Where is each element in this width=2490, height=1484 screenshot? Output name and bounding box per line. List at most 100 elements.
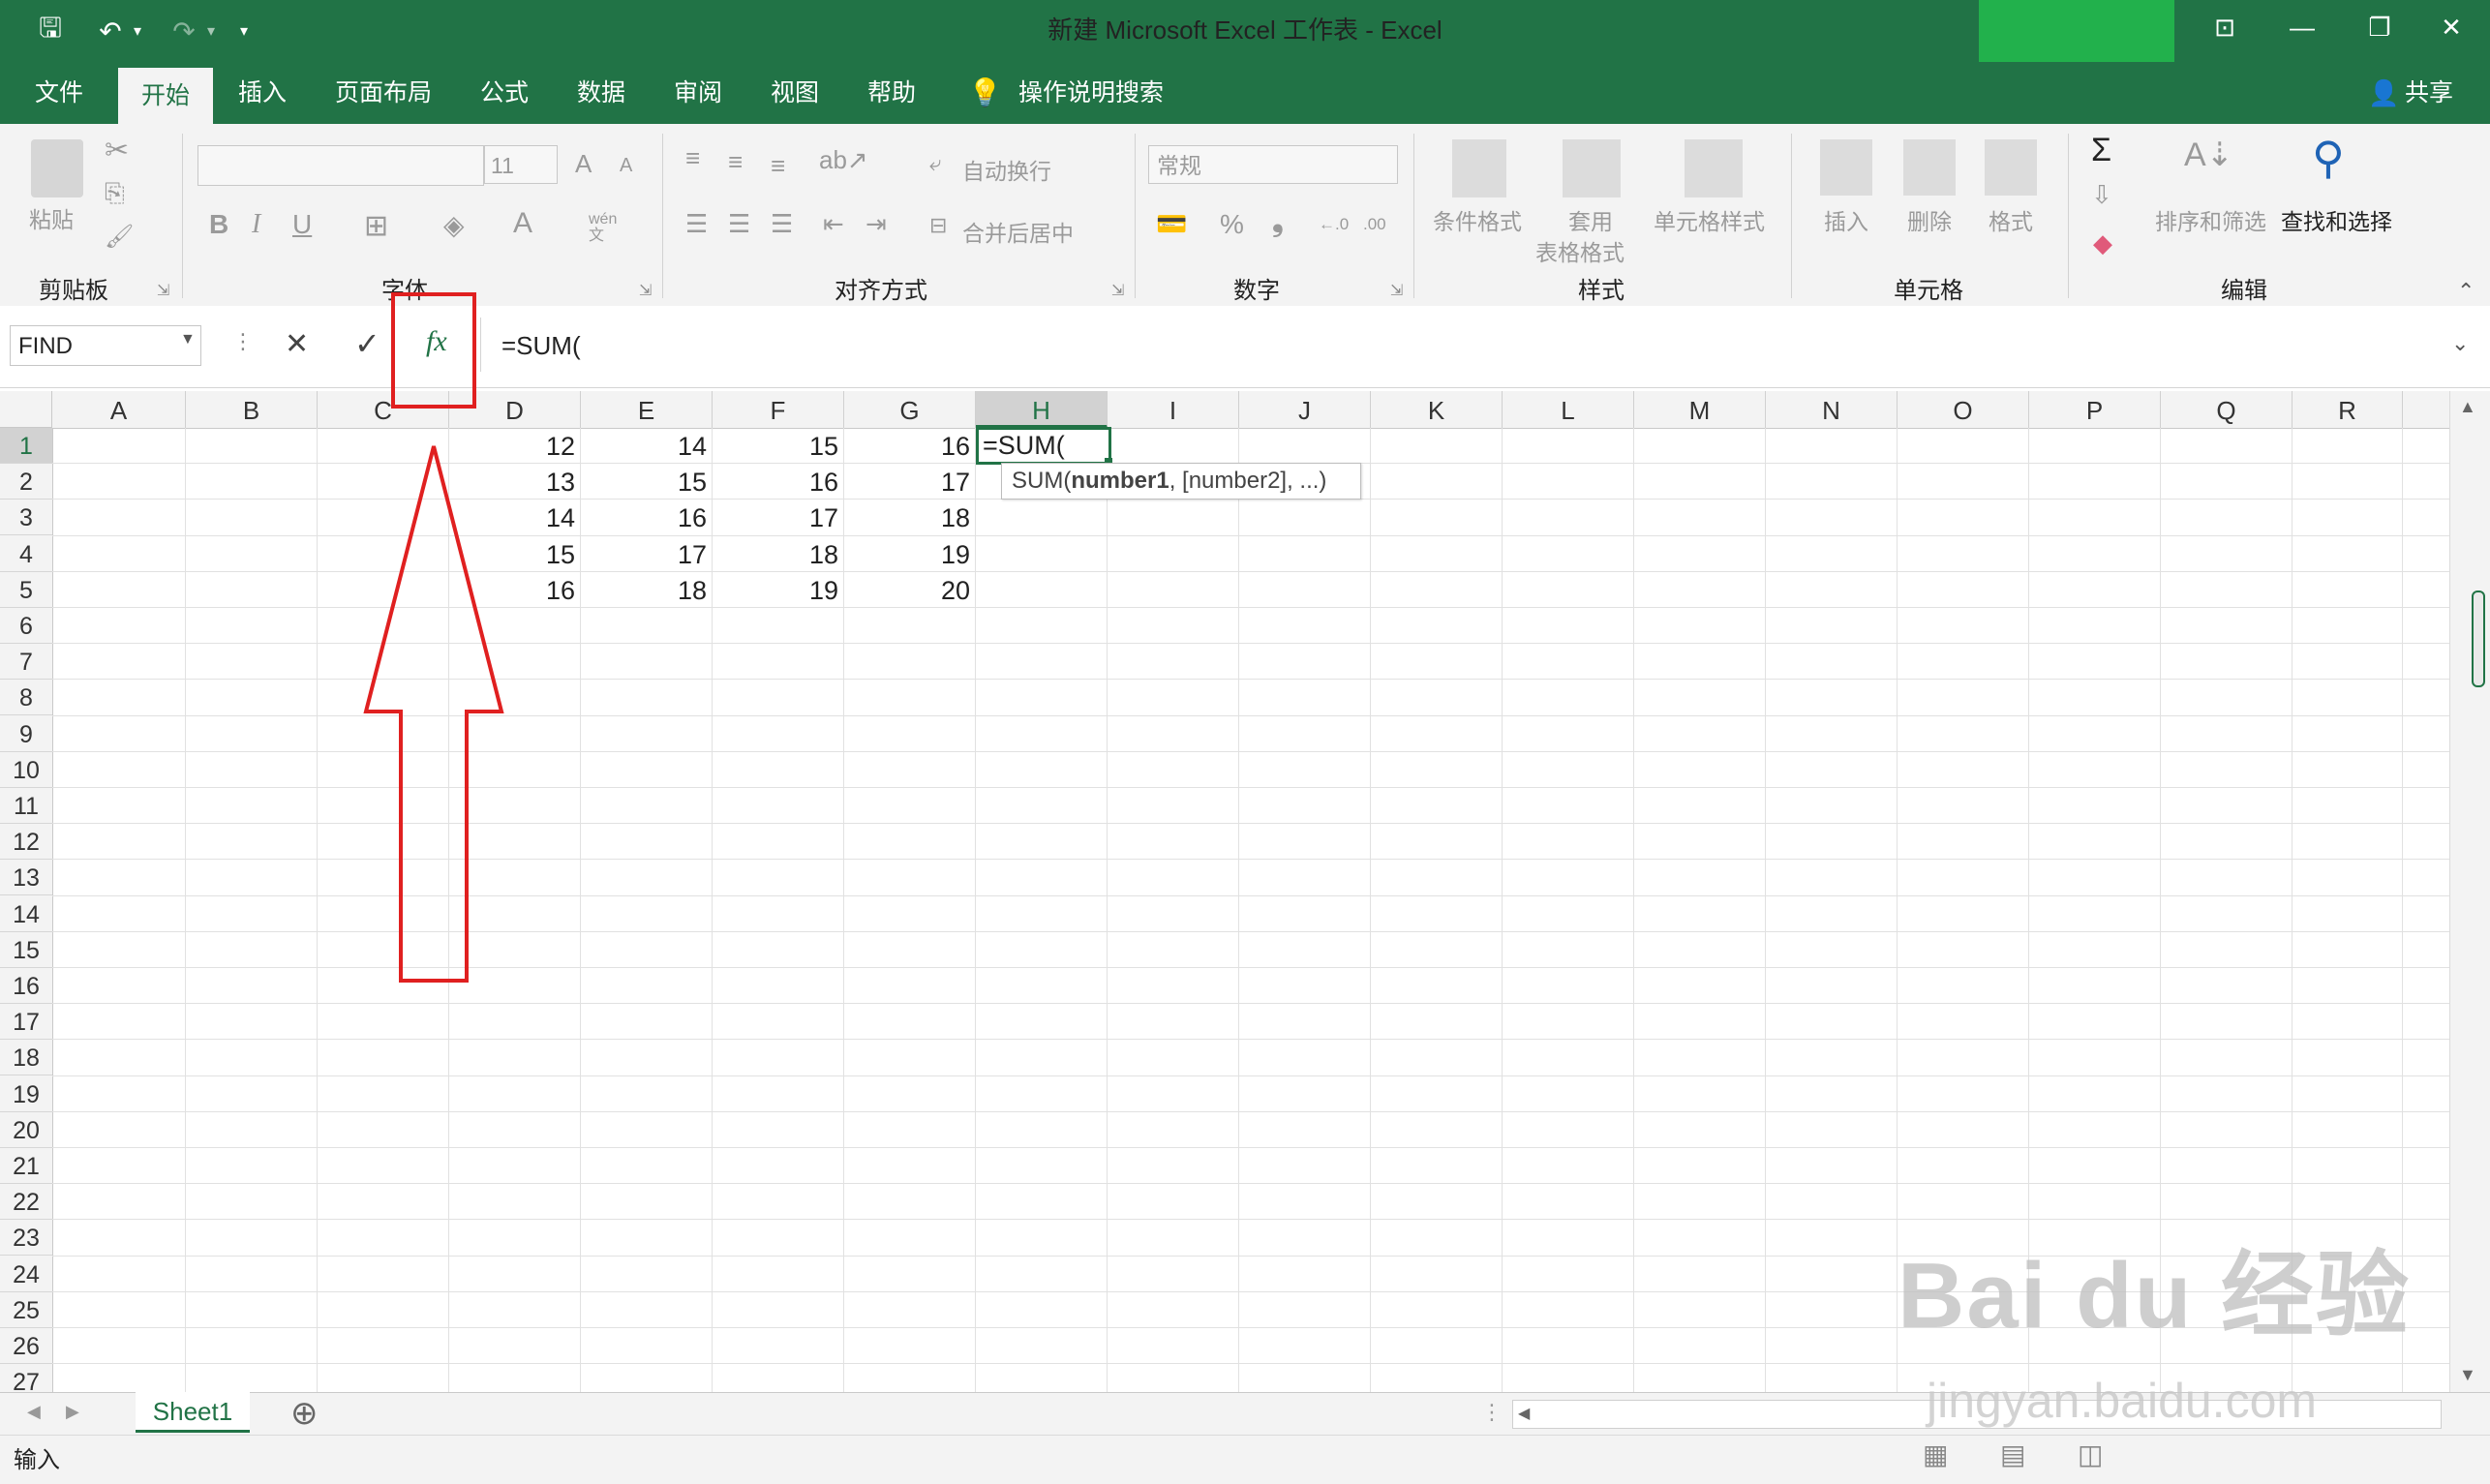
- cell-e5[interactable]: 18: [581, 572, 713, 608]
- cell-e2[interactable]: 15: [581, 464, 713, 500]
- clipboard-paste-icon[interactable]: [31, 139, 83, 197]
- vertical-scroll-thumb[interactable]: [2472, 591, 2485, 687]
- tooltip-current-argument[interactable]: number1: [1071, 468, 1169, 494]
- vertical-scrollbar[interactable]: [2449, 391, 2490, 1392]
- formula-input[interactable]: =SUM(: [501, 325, 581, 366]
- cell-f4[interactable]: 18: [713, 536, 844, 572]
- border-icon[interactable]: ⊞: [364, 209, 388, 243]
- function-tooltip[interactable]: SUM(number1, [number2], ...): [1001, 463, 1361, 500]
- cell-g4[interactable]: 19: [844, 536, 976, 572]
- row-header-1[interactable]: 1: [0, 428, 52, 464]
- enter-icon[interactable]: ✓: [354, 325, 380, 362]
- row-header-10[interactable]: 10: [0, 752, 52, 788]
- increase-decimal-button[interactable]: ←.0: [1319, 215, 1349, 234]
- merge-center-icon[interactable]: ⊟: [929, 213, 947, 238]
- row-header-22[interactable]: 22: [0, 1184, 52, 1221]
- close-icon[interactable]: ✕: [2413, 0, 2490, 54]
- column-header-p[interactable]: P: [2029, 391, 2161, 428]
- increase-indent-icon[interactable]: ⇥: [865, 209, 887, 239]
- row-header-19[interactable]: 19: [0, 1076, 52, 1112]
- column-header-i[interactable]: I: [1108, 391, 1239, 428]
- wrap-text-icon[interactable]: ⤶: [929, 151, 941, 176]
- format-cells-button[interactable]: 格式: [1989, 203, 2033, 236]
- italic-button[interactable]: I: [252, 209, 260, 240]
- column-header-k[interactable]: K: [1371, 391, 1503, 428]
- next-sheet-icon[interactable]: ▶: [66, 1402, 79, 1422]
- row-header-2[interactable]: 2: [0, 464, 52, 500]
- tell-me-search[interactable]: 操作说明搜索: [1017, 62, 1166, 124]
- name-box[interactable]: FIND: [10, 325, 201, 366]
- cell-f2[interactable]: 16: [713, 464, 844, 500]
- row-header-13[interactable]: 13: [0, 860, 52, 896]
- cell-styles-button[interactable]: 单元格样式: [1654, 203, 1765, 236]
- cell-e3[interactable]: 16: [581, 500, 713, 535]
- column-header-q[interactable]: Q: [2161, 391, 2293, 428]
- insert-cells-icon[interactable]: [1820, 139, 1872, 196]
- phonetic-guide-icon[interactable]: wén文: [589, 211, 622, 244]
- cell-g3[interactable]: 18: [844, 500, 976, 535]
- format-as-table-line1[interactable]: 套用: [1568, 203, 1613, 236]
- row-header-12[interactable]: 12: [0, 824, 52, 861]
- search-icon[interactable]: ⚲: [2312, 132, 2345, 184]
- alignment-launcher-icon[interactable]: ⇲: [1111, 281, 1124, 300]
- format-painter-icon[interactable]: 🖌: [105, 223, 134, 251]
- copy-icon[interactable]: ⎘: [105, 178, 125, 209]
- delete-cells-button[interactable]: 删除: [1907, 203, 1952, 236]
- page-layout-view-icon[interactable]: ▤: [2000, 1439, 2025, 1470]
- column-header-a[interactable]: A: [52, 391, 186, 428]
- underline-button[interactable]: U: [292, 209, 312, 240]
- active-cell-h1[interactable]: =SUM(: [976, 427, 1111, 465]
- bold-button[interactable]: B: [209, 209, 228, 240]
- minimize-icon[interactable]: —: [2263, 0, 2341, 54]
- column-header-n[interactable]: N: [1766, 391, 1898, 428]
- find-select-button[interactable]: 查找和选择: [2281, 203, 2392, 236]
- fill-color-icon[interactable]: ◈: [443, 209, 465, 241]
- row-header-25[interactable]: 25: [0, 1292, 52, 1328]
- expand-formula-bar-icon[interactable]: ⌄: [2451, 331, 2469, 356]
- prev-sheet-icon[interactable]: ◀: [27, 1402, 41, 1422]
- format-cells-icon[interactable]: [1985, 139, 2037, 196]
- row-header-4[interactable]: 4: [0, 536, 52, 572]
- row-header-23[interactable]: 23: [0, 1220, 52, 1257]
- sheet-tab-sheet1[interactable]: Sheet1: [136, 1392, 250, 1433]
- column-header-r[interactable]: R: [2293, 391, 2403, 428]
- align-center-icon[interactable]: ☰: [728, 209, 750, 239]
- restore-icon[interactable]: ❐: [2341, 0, 2418, 54]
- cell-g5[interactable]: 20: [844, 572, 976, 608]
- font-size-combo[interactable]: 11: [484, 145, 558, 184]
- row-header-17[interactable]: 17: [0, 1004, 52, 1041]
- row-header-26[interactable]: 26: [0, 1328, 52, 1364]
- row-header-11[interactable]: 11: [0, 788, 52, 824]
- normal-view-icon[interactable]: ▦: [1923, 1439, 1948, 1470]
- tab-review[interactable]: 审阅: [672, 62, 724, 124]
- tab-view[interactable]: 视图: [769, 62, 821, 124]
- sort-filter-button[interactable]: 排序和筛选: [2155, 203, 2266, 236]
- column-header-m[interactable]: M: [1634, 391, 1766, 428]
- decrease-decimal-button[interactable]: .00: [1363, 215, 1386, 234]
- autosum-icon[interactable]: Σ: [2091, 132, 2111, 169]
- scroll-down-icon[interactable]: ▼: [2459, 1365, 2476, 1385]
- row-header-24[interactable]: 24: [0, 1257, 52, 1292]
- column-header-o[interactable]: O: [1898, 391, 2029, 428]
- row-header-3[interactable]: 3: [0, 500, 52, 536]
- conditional-formatting-icon[interactable]: [1452, 139, 1506, 197]
- wrap-text-button[interactable]: 自动换行: [962, 153, 1051, 186]
- percent-style-button[interactable]: %: [1220, 209, 1244, 240]
- column-header-h[interactable]: H: [976, 391, 1108, 428]
- tab-file[interactable]: 文件: [33, 62, 85, 124]
- comma-style-button[interactable]: ❟: [1272, 205, 1284, 238]
- new-sheet-icon[interactable]: ⊕: [290, 1394, 319, 1433]
- tab-help[interactable]: 帮助: [865, 62, 918, 124]
- column-header-f[interactable]: F: [713, 391, 844, 428]
- merge-center-button[interactable]: 合并后居中: [962, 215, 1074, 248]
- clear-icon[interactable]: ◆: [2093, 228, 2112, 258]
- orientation-icon[interactable]: ab↗: [819, 145, 868, 175]
- row-header-6[interactable]: 6: [0, 608, 52, 644]
- decrease-indent-icon[interactable]: ⇤: [823, 209, 844, 239]
- align-right-icon[interactable]: ☰: [771, 209, 793, 239]
- collapse-ribbon-icon[interactable]: ⌃: [2457, 279, 2475, 304]
- format-as-table-line2[interactable]: 表格格式: [1535, 234, 1625, 267]
- format-as-table-icon[interactable]: [1563, 139, 1621, 197]
- align-bottom-icon[interactable]: ≡: [771, 151, 785, 181]
- font-name-combo[interactable]: [197, 145, 484, 186]
